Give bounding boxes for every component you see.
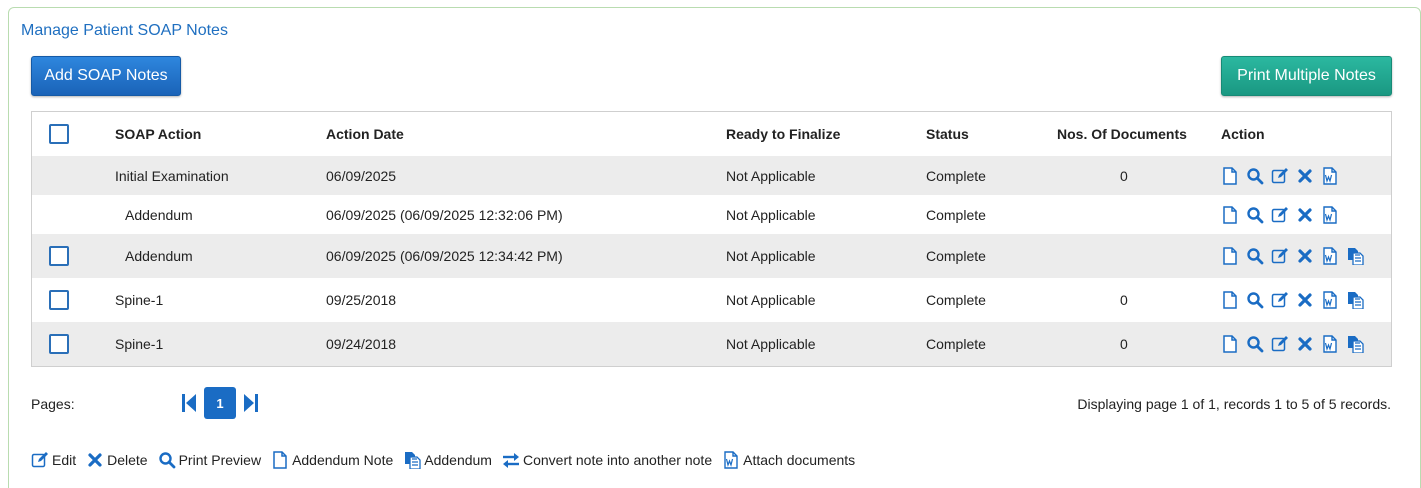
pager: 1 [180, 387, 260, 419]
edit-icon[interactable] [1271, 167, 1289, 185]
legend-attach: Attach documents [722, 451, 855, 469]
delete-icon[interactable] [1296, 167, 1314, 185]
legend-delete-label: Delete [107, 452, 148, 468]
row-soap-action: Spine-1 [115, 292, 164, 308]
row-ready: Not Applicable [726, 336, 816, 352]
col-soap-action: SOAP Action [115, 126, 202, 142]
icon-legend: Edit Delete Print Preview Addendum Note … [31, 451, 865, 469]
row-status: Complete [926, 206, 986, 223]
records-info: Displaying page 1 of 1, records 1 to 5 o… [1077, 396, 1391, 412]
row-docs: 0 [1120, 336, 1128, 352]
table-row: Spine-1 09/24/2018 Not Applicable Comple… [32, 322, 1391, 366]
addendum-note-icon [271, 451, 289, 469]
search-icon[interactable] [1246, 291, 1264, 309]
legend-edit: Edit [31, 451, 76, 469]
legend-attach-label: Attach documents [743, 452, 856, 468]
row-action-date: 06/09/2025 (06/09/2025 12:34:42 PM) [326, 248, 563, 264]
row-docs: 0 [1120, 292, 1128, 308]
addendum-icon [403, 451, 421, 469]
row-status: Complete [926, 167, 986, 184]
search-icon [158, 451, 176, 469]
col-action: Action [1221, 126, 1265, 142]
addendum-note-icon[interactable] [1221, 291, 1239, 309]
edit-icon[interactable] [1271, 291, 1289, 309]
table-header: SOAP Action Action Date Ready to Finaliz… [32, 112, 1391, 156]
add-soap-notes-button[interactable]: Add SOAP Notes [31, 56, 181, 96]
delete-icon[interactable] [1296, 335, 1314, 353]
addendum-icon[interactable] [1346, 247, 1364, 265]
row-docs: 0 [1120, 167, 1128, 184]
row-checkbox[interactable] [49, 246, 69, 266]
legend-print-preview-label: Print Preview [178, 452, 262, 468]
row-status: Complete [926, 292, 986, 308]
row-soap-action: Addendum [125, 206, 193, 223]
delete-icon [86, 451, 104, 469]
row-action-date: 09/25/2018 [326, 292, 397, 308]
attach-documents-icon[interactable] [1321, 205, 1339, 224]
delete-icon[interactable] [1296, 247, 1314, 265]
col-status: Status [926, 126, 969, 142]
attach-documents-icon[interactable] [1321, 335, 1339, 353]
row-soap-action: Addendum [125, 248, 193, 264]
row-action-date: 06/09/2025 (06/09/2025 12:32:06 PM) [326, 206, 563, 223]
row-action-date: 09/24/2018 [326, 336, 397, 352]
search-icon[interactable] [1246, 247, 1264, 265]
edit-icon [31, 451, 49, 469]
row-ready: Not Applicable [726, 206, 816, 223]
addendum-note-icon[interactable] [1221, 166, 1239, 185]
addendum-icon[interactable] [1346, 291, 1364, 309]
delete-icon[interactable] [1296, 206, 1314, 224]
page-title: Manage Patient SOAP Notes [21, 22, 228, 39]
soap-notes-table: SOAP Action Action Date Ready to Finaliz… [31, 111, 1392, 367]
attach-documents-icon[interactable] [1321, 247, 1339, 265]
col-nos-of-documents: Nos. Of Documents [1057, 126, 1187, 142]
row-ready: Not Applicable [726, 292, 816, 308]
legend-print-preview: Print Preview [158, 451, 261, 469]
table-row: Addendum 06/09/2025 (06/09/2025 12:32:06… [32, 195, 1391, 234]
pages-label: Pages: [31, 396, 75, 412]
col-action-date: Action Date [326, 126, 404, 142]
select-all-checkbox[interactable] [49, 124, 69, 144]
print-multiple-notes-button[interactable]: Print Multiple Notes [1221, 56, 1392, 96]
edit-icon[interactable] [1271, 206, 1289, 224]
row-action-date: 06/09/2025 [326, 167, 397, 184]
addendum-note-icon[interactable] [1221, 205, 1239, 224]
edit-icon[interactable] [1271, 247, 1289, 265]
row-status: Complete [926, 336, 986, 352]
legend-convert-label: Convert note into another note [522, 452, 713, 468]
attach-documents-icon[interactable] [1321, 291, 1339, 309]
convert-arrows-icon [502, 451, 520, 469]
row-soap-action: Initial Examination [115, 167, 229, 184]
first-page-icon[interactable] [180, 391, 198, 415]
addendum-icon[interactable] [1346, 335, 1364, 353]
legend-convert: Convert note into another note [502, 451, 712, 469]
col-ready-to-finalize: Ready to Finalize [726, 126, 841, 142]
row-status: Complete [926, 248, 986, 264]
legend-addendum-note-label: Addendum Note [292, 452, 394, 468]
table-row: Initial Examination 06/09/2025 Not Appli… [32, 156, 1391, 195]
row-checkbox[interactable] [49, 334, 69, 354]
addendum-note-icon[interactable] [1221, 335, 1239, 353]
attach-documents-icon[interactable] [1321, 166, 1339, 185]
legend-addendum-label: Addendum [424, 452, 492, 468]
search-icon[interactable] [1246, 206, 1264, 224]
edit-icon[interactable] [1271, 335, 1289, 353]
legend-delete: Delete [86, 451, 148, 469]
page-number-button[interactable]: 1 [204, 387, 236, 419]
search-icon[interactable] [1246, 335, 1264, 353]
legend-edit-label: Edit [52, 452, 77, 468]
row-soap-action: Spine-1 [115, 336, 164, 352]
table-row: Spine-1 09/25/2018 Not Applicable Comple… [32, 278, 1391, 322]
table-row: Addendum 06/09/2025 (06/09/2025 12:34:42… [32, 234, 1391, 278]
delete-icon[interactable] [1296, 291, 1314, 309]
addendum-note-icon[interactable] [1221, 247, 1239, 265]
row-ready: Not Applicable [726, 248, 816, 264]
legend-addendum: Addendum [403, 451, 492, 469]
last-page-icon[interactable] [242, 391, 260, 415]
row-checkbox[interactable] [49, 290, 69, 310]
attach-documents-icon [722, 451, 740, 469]
legend-addendum-note: Addendum Note [271, 451, 393, 469]
search-icon[interactable] [1246, 167, 1264, 185]
row-ready: Not Applicable [726, 167, 816, 184]
